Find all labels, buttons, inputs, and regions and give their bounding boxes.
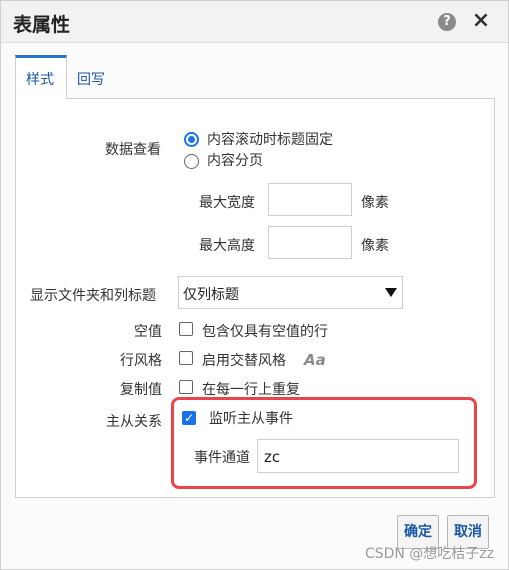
max-width-label: 最大宽度 [199, 195, 255, 211]
tab-writeback[interactable]: 回写 [67, 55, 115, 99]
max-height-unit: 像素 [361, 238, 389, 254]
max-width-input[interactable] [268, 183, 352, 216]
repeat-values-checkbox-label[interactable]: 在每一行上重复 [202, 379, 300, 399]
close-icon[interactable]: × [471, 9, 491, 33]
event-channel-label: 事件通道 [194, 450, 250, 466]
data-view-label: 数据查看 [105, 142, 161, 158]
folder-headers-label: 显示文件夹和列标题 [30, 288, 156, 304]
tab-bar: 样式 回写 [15, 55, 495, 99]
table-properties-dialog: 表属性 ? × 样式 回写 数据查看 内容滚动时标题固定 内容分页 最大宽度 像… [0, 0, 509, 570]
radio-fixed-header[interactable] [184, 132, 199, 147]
max-height-input[interactable] [268, 226, 352, 259]
radio-paging-label[interactable]: 内容分页 [207, 150, 263, 170]
row-style-checkbox[interactable] [179, 351, 193, 365]
repeat-values-label: 复制值 [120, 382, 162, 398]
folder-headers-select[interactable]: 仅列标题 [178, 276, 403, 309]
master-detail-checkbox-label[interactable]: 监听主从事件 [209, 408, 293, 428]
help-icon[interactable]: ? [438, 13, 456, 31]
null-values-checkbox[interactable] [179, 322, 193, 336]
dialog-titlebar: 表属性 ? × [1, 1, 508, 43]
tab-style[interactable]: 样式 [15, 55, 67, 99]
max-height-label: 最大高度 [199, 238, 255, 254]
row-style-checkbox-label[interactable]: 启用交替风格 [202, 350, 286, 370]
master-detail-checkbox[interactable]: ✓ [182, 411, 196, 425]
font-style-icon[interactable]: Aa [304, 351, 326, 369]
folder-headers-value: 仅列标题 [183, 287, 239, 303]
event-channel-input[interactable]: zc [257, 439, 459, 473]
max-width-unit: 像素 [361, 195, 389, 211]
master-detail-label: 主从关系 [106, 414, 162, 430]
repeat-values-checkbox[interactable] [179, 380, 193, 394]
dialog-title: 表属性 [13, 14, 71, 36]
radio-fixed-header-label[interactable]: 内容滚动时标题固定 [207, 129, 333, 149]
null-values-checkbox-label[interactable]: 包含仅具有空值的行 [202, 321, 328, 341]
radio-paging[interactable] [184, 154, 199, 169]
null-values-label: 空值 [134, 324, 162, 340]
watermark: CSDN @想吃桔子zz [364, 546, 494, 562]
chevron-down-icon [385, 288, 397, 297]
row-style-label: 行风格 [120, 353, 162, 369]
